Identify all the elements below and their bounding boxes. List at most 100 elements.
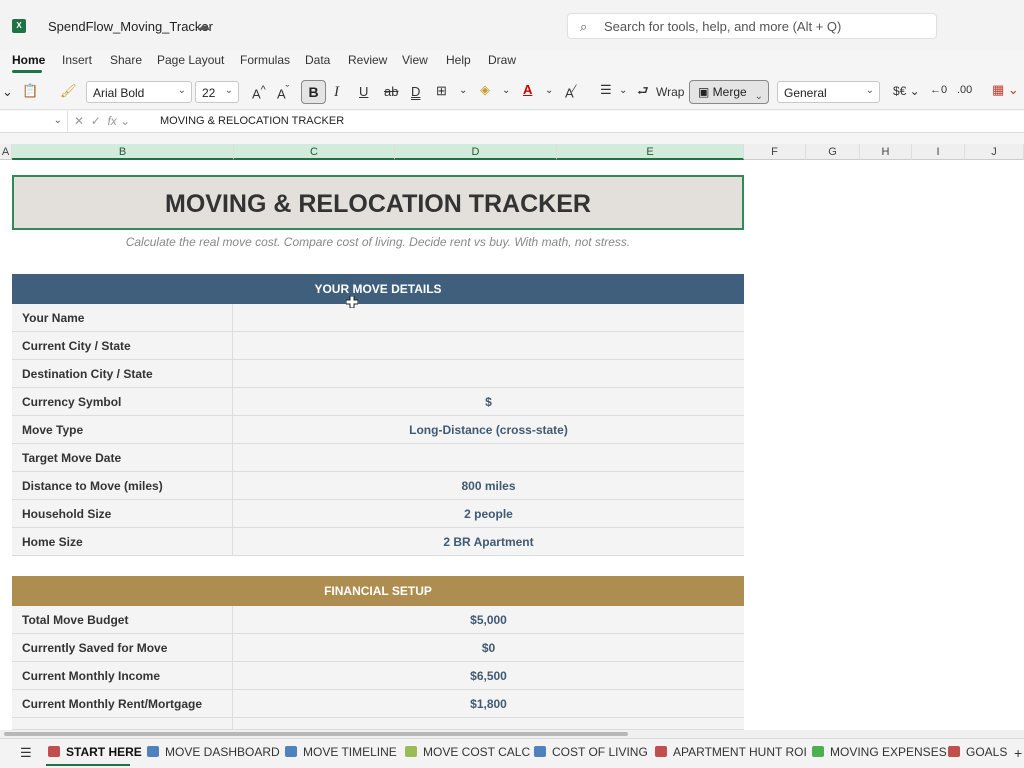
all-sheets-menu-icon[interactable]: ☰ [20, 745, 32, 761]
currency-icon[interactable]: $€ ⌄ [893, 84, 920, 98]
function-icon[interactable]: fx [107, 114, 116, 128]
column-header-i[interactable]: I [912, 144, 965, 160]
double-underline-icon[interactable]: D [411, 84, 420, 99]
table-row[interactable]: Your Name [12, 304, 744, 332]
table-row[interactable]: Destination City / State [12, 360, 744, 388]
tab-data[interactable]: Data [305, 53, 330, 67]
font-color-icon[interactable]: A [523, 82, 532, 97]
column-header-a[interactable]: A [0, 144, 12, 160]
tab-draw[interactable]: Draw [488, 53, 516, 67]
column-header-d[interactable]: D [395, 144, 557, 160]
column-header-j[interactable]: J [965, 144, 1024, 160]
column-header-f[interactable]: F [744, 144, 806, 160]
row-value[interactable] [233, 444, 744, 472]
clipboard-icon[interactable]: 📋 [22, 83, 38, 99]
chevron-down-icon[interactable]: ⌄ [502, 85, 510, 96]
sheet-subtitle[interactable]: Calculate the real move cost. Compare co… [12, 235, 744, 249]
row-label[interactable]: Distance to Move (miles) [12, 472, 233, 500]
row-value[interactable]: $6,500 [233, 662, 744, 690]
row-value[interactable]: $ [233, 388, 744, 416]
decrease-font-icon[interactable]: Aˇ [277, 84, 289, 101]
table-row[interactable]: Distance to Move (miles) 800 miles [12, 472, 744, 500]
formula-content[interactable]: MOVING & RELOCATION TRACKER [160, 115, 344, 127]
sheet-tab[interactable]: MOVE DASHBOARD [147, 745, 280, 759]
tab-page-layout[interactable]: Page Layout [157, 53, 224, 67]
sheet-tab[interactable]: MOVE TIMELINE [285, 745, 397, 759]
row-value[interactable]: $1,800 [233, 690, 744, 718]
fill-color-icon[interactable]: ◈ [480, 82, 490, 98]
font-family-select[interactable]: Arial Bold ⌄ [86, 81, 192, 103]
sheet-tab[interactable]: START HERE [48, 745, 142, 759]
table-row[interactable]: Current City / State [12, 332, 744, 360]
row-value[interactable] [233, 360, 744, 388]
bold-button[interactable]: B [301, 80, 326, 104]
row-label[interactable]: Total Move Budget [12, 606, 233, 634]
align-icon[interactable]: ☰ [600, 82, 612, 98]
row-label[interactable]: Target Move Date [12, 444, 233, 472]
confirm-icon[interactable]: ✓ [91, 114, 101, 128]
section-header-financial-setup[interactable]: FINANCIAL SETUP [12, 576, 744, 606]
search-box[interactable]: ⌕ Search for tools, help, and more (Alt … [567, 13, 937, 39]
chevron-down-icon[interactable]: ⌄ [619, 85, 627, 96]
scrollbar-thumb[interactable] [4, 732, 628, 736]
cancel-icon[interactable]: ✕ [74, 114, 84, 128]
increase-decimal-icon[interactable]: .00 [957, 84, 972, 96]
chevron-down-icon[interactable]: ⌄ [459, 85, 467, 96]
table-row[interactable]: Currency Symbol $ [12, 388, 744, 416]
row-label[interactable]: Currency Symbol [12, 388, 233, 416]
undo-icon[interactable]: ⌄ [2, 84, 13, 100]
sheet-tab[interactable]: MOVE COST CALC [405, 745, 530, 759]
row-label[interactable]: Household Size [12, 500, 233, 528]
table-row[interactable]: Target Move Date [12, 444, 744, 472]
sheet-tab[interactable]: MOVING EXPENSES [812, 745, 947, 759]
row-value[interactable] [233, 332, 744, 360]
decrease-decimal-icon[interactable]: ←0 [930, 84, 947, 96]
row-label[interactable]: Current Monthly Income [12, 662, 233, 690]
add-sheet-icon[interactable]: + [1014, 745, 1022, 761]
row-value[interactable]: $0 [233, 634, 744, 662]
tab-home[interactable]: Home [12, 53, 45, 67]
row-label[interactable]: Your Name [12, 304, 233, 332]
increase-font-icon[interactable]: A^ [252, 84, 266, 101]
row-label[interactable]: Home Size [12, 528, 233, 556]
row-value[interactable] [233, 304, 744, 332]
italic-icon[interactable]: I [334, 84, 339, 101]
row-value[interactable]: $5,000 [233, 606, 744, 634]
column-header-h[interactable]: H [860, 144, 912, 160]
sheet-tab[interactable]: COST OF LIVING [534, 745, 648, 759]
underline-icon[interactable]: U [359, 84, 368, 99]
tab-help[interactable]: Help [446, 53, 471, 67]
document-title[interactable]: SpendFlow_Moving_Tracker [48, 19, 213, 34]
name-box[interactable]: ⌄ [0, 111, 68, 133]
row-value[interactable]: 2 BR Apartment [233, 528, 744, 556]
sheet-tab[interactable]: APARTMENT HUNT ROI [655, 745, 807, 759]
number-format-select[interactable]: General ⌄ [777, 81, 880, 103]
row-label[interactable]: Move Type [12, 416, 233, 444]
sheet-tab[interactable]: GOALS [948, 745, 1007, 759]
tab-formulas[interactable]: Formulas [240, 53, 290, 67]
merge-button[interactable]: ▣ Merge ⌄ [689, 80, 769, 104]
column-header-c[interactable]: C [234, 144, 395, 160]
row-label[interactable]: Current Monthly Rent/Mortgage [12, 690, 233, 718]
tab-view[interactable]: View [402, 53, 428, 67]
table-row[interactable]: Home Size 2 BR Apartment [12, 528, 744, 556]
section-header-move-details[interactable]: YOUR MOVE DETAILS [12, 274, 744, 304]
cloud-saved-icon[interactable]: ☁ [197, 18, 210, 34]
table-row[interactable]: Household Size 2 people [12, 500, 744, 528]
tab-insert[interactable]: Insert [62, 53, 92, 67]
row-label[interactable]: Destination City / State [12, 360, 233, 388]
row-value[interactable]: 800 miles [233, 472, 744, 500]
wrap-button[interactable]: Wrap [656, 85, 684, 99]
column-header-g[interactable]: G [806, 144, 860, 160]
conditional-format-icon[interactable]: ▦ ⌄ [992, 82, 1019, 98]
table-row[interactable]: Move Type Long-Distance (cross-state) [12, 416, 744, 444]
tab-share[interactable]: Share [110, 53, 142, 67]
row-value[interactable]: Long-Distance (cross-state) [233, 416, 744, 444]
clear-format-icon[interactable]: A⁄ [565, 83, 575, 100]
row-label[interactable]: Currently Saved for Move [12, 634, 233, 662]
table-row[interactable]: Current Monthly Income $6,500 [12, 662, 744, 690]
row-label[interactable]: Current City / State [12, 332, 233, 360]
table-row-partial[interactable] [12, 718, 744, 730]
table-row[interactable]: Total Move Budget $5,000 [12, 606, 744, 634]
table-row[interactable]: Current Monthly Rent/Mortgage $1,800 [12, 690, 744, 718]
